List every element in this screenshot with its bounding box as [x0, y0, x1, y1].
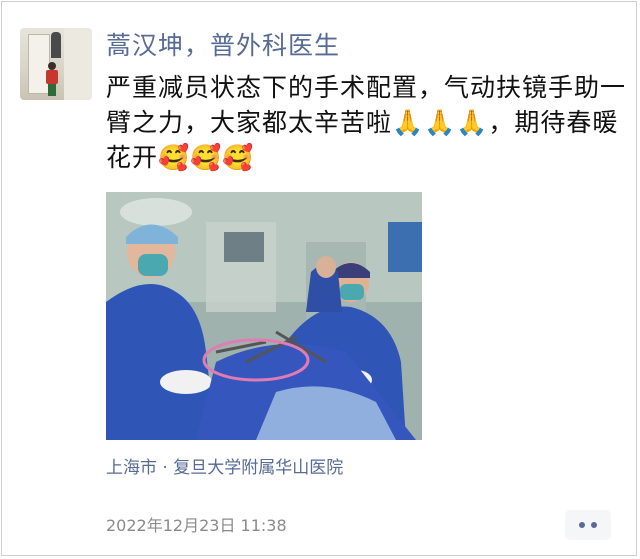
author-avatar[interactable]: [20, 28, 92, 100]
avatar-figure: [51, 32, 61, 58]
post-photo[interactable]: [106, 192, 422, 440]
avatar-wall: [64, 28, 92, 100]
post-location[interactable]: 上海市 · 复旦大学附属华山医院: [106, 456, 343, 480]
moment-card: 蒿汉坤，普外科医生 严重减员状态下的手术配置，气动扶镜手助一臂之力，大家都太辛苦…: [1, 1, 637, 556]
author-name[interactable]: 蒿汉坤，普外科医生: [106, 30, 340, 62]
avatar-door: [28, 34, 50, 94]
post-content: 严重减员状态下的手术配置，气动扶镜手助一臂之力，大家都太辛苦啦🙏🙏🙏，期待春暖花…: [106, 73, 627, 172]
more-dots-icon: [591, 522, 597, 528]
avatar-person-body: [46, 70, 58, 84]
avatar-person-head: [48, 62, 56, 70]
more-button[interactable]: [565, 510, 611, 540]
surgery-photo-illustration: [106, 192, 422, 440]
more-dots-icon: [579, 522, 585, 528]
avatar-person-legs: [48, 84, 56, 96]
post-timestamp: 2022年12月23日 11:38: [106, 516, 287, 535]
